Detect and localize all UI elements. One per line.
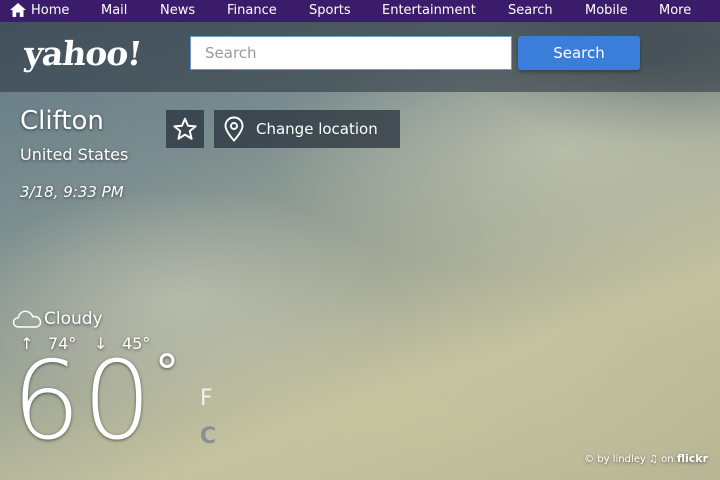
- nav-item-news[interactable]: News: [160, 0, 195, 22]
- change-location-button[interactable]: Change location: [214, 110, 400, 148]
- country-name: United States: [20, 145, 129, 164]
- star-icon: [173, 117, 197, 140]
- change-location-label: Change location: [256, 120, 378, 138]
- search-button[interactable]: Search: [518, 36, 640, 70]
- condition-text: Cloudy: [44, 309, 103, 329]
- search-input[interactable]: [190, 36, 512, 70]
- nav-item-sports[interactable]: Sports: [309, 0, 351, 22]
- city-name: Clifton: [20, 106, 104, 136]
- favorite-button[interactable]: [166, 110, 204, 148]
- unit-fahrenheit-toggle[interactable]: F: [200, 386, 213, 411]
- nav-item-search[interactable]: Search: [508, 0, 553, 22]
- nav-item-entertainment[interactable]: Entertainment: [382, 0, 476, 22]
- photo-credit[interactable]: © by lindley ♫ on flickr: [584, 452, 708, 465]
- location-pin-icon: [224, 116, 244, 142]
- degree-symbol: °: [155, 345, 179, 401]
- nav-item-more[interactable]: More: [659, 0, 691, 22]
- current-temperature: 60: [12, 339, 154, 464]
- nav-item-finance[interactable]: Finance: [227, 0, 277, 22]
- cloud-icon: [12, 310, 42, 328]
- nav-item-mail[interactable]: Mail: [101, 0, 127, 22]
- photo-credit-text: © by lindley ♫ on: [584, 454, 674, 465]
- header-bar: yahoo! Search: [0, 22, 720, 92]
- flickr-logo: flickr: [676, 452, 708, 465]
- nav-item-mobile[interactable]: Mobile: [585, 0, 628, 22]
- nav-item-home[interactable]: Home: [31, 0, 69, 22]
- yahoo-logo[interactable]: yahoo!: [22, 34, 143, 73]
- top-nav-bar: Home Mail News Finance Sports Entertainm…: [0, 0, 720, 22]
- local-datetime: 3/18, 9:33 PM: [20, 183, 124, 201]
- home-icon[interactable]: [10, 3, 26, 17]
- condition-row: Cloudy: [12, 308, 103, 330]
- unit-celsius-toggle[interactable]: C: [200, 424, 216, 449]
